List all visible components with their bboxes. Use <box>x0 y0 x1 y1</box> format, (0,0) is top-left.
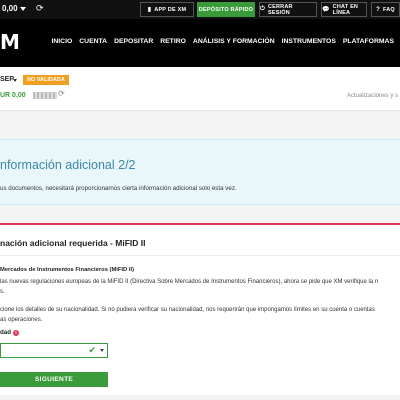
info-panel: nformación adicional 2/2 us documentos, … <box>0 139 400 205</box>
top-bar: 0,00 ⟳ ▮ APP DE XM DEPÓSITO RÁPIDO ⏻ CER… <box>0 0 400 19</box>
main-nav: INICIO CUENTA DEPOSITAR RETIRO ANÁLISIS … <box>51 38 394 45</box>
mifid-form: nación adicional requerida - MiFID II Me… <box>0 223 400 395</box>
nav-item-depositar[interactable]: DEPOSITAR <box>114 38 153 45</box>
divider <box>0 255 400 256</box>
masked-value <box>33 92 57 99</box>
form-subtitle: Mercados de Instrumentos Financieros (Mi… <box>0 267 134 273</box>
refresh-icon[interactable]: ⟳ <box>36 3 44 14</box>
nationality-text-line-1: cione los detalles de su nacionalidad. S… <box>0 307 375 313</box>
updates-link[interactable]: Actualizaciones y s <box>347 93 398 99</box>
nav-item-cuenta[interactable]: CUENTA <box>79 38 107 45</box>
chat-icon: 💬 <box>322 7 330 13</box>
refresh-icon[interactable]: ⟳ <box>58 89 65 98</box>
info-text: us documentos, necesitará proporcionarno… <box>0 185 237 192</box>
account-bar: SEP NO VALIDADA UR 0,00 ⟳ Actualizacione… <box>0 67 400 111</box>
chevron-down-icon <box>100 349 104 352</box>
nav-item-analisis[interactable]: ANÁLISIS Y FORMACIÓN <box>193 38 275 45</box>
regulation-text-line-1: las nuevas regulaciones europeas de la M… <box>0 279 379 285</box>
required-info-icon: ! <box>13 329 20 336</box>
nationality-select[interactable]: ✔ <box>0 343 108 358</box>
quick-deposit-button[interactable]: DEPÓSITO RÁPIDO <box>197 2 255 17</box>
page-title: nformación adicional 2/2 <box>0 158 136 172</box>
phone-icon: ▮ <box>147 7 152 13</box>
checkmark-icon: ✔ <box>88 345 96 355</box>
form-title: nación adicional requerida - MiFID II <box>0 238 146 248</box>
faq-button[interactable]: ? FAQ <box>371 2 400 17</box>
power-icon: ⏻ <box>260 6 265 12</box>
live-chat-button[interactable]: 💬 CHAT EN LÍNEA <box>321 2 367 17</box>
nav-item-retiro[interactable]: RETIRO <box>160 38 186 45</box>
help-icon: ? <box>376 6 380 13</box>
account-balance: UR 0,00 <box>0 92 26 99</box>
regulation-text-line-2: s. <box>0 289 5 295</box>
status-badge: NO VALIDADA <box>23 75 69 85</box>
balance-dropdown-icon[interactable] <box>20 7 26 11</box>
nationality-text-line-2: as operaciones. <box>0 317 43 323</box>
nationality-label: dad ! <box>0 329 20 336</box>
next-button[interactable]: SIGUIENTE <box>0 372 108 387</box>
chevron-down-icon[interactable] <box>13 79 17 82</box>
balance-display: 0,00 <box>2 4 18 13</box>
xm-logo[interactable]: M <box>0 32 20 52</box>
xm-app-button[interactable]: ▮ APP DE XM <box>140 2 194 17</box>
nav-item-instrumentos[interactable]: INSTRUMENTOS <box>282 38 336 45</box>
logout-button[interactable]: ⏻ CERRAR SESIÓN <box>259 2 317 17</box>
nav-item-plataformas[interactable]: PLATAFORMAS <box>343 38 394 45</box>
account-selector[interactable]: SEP <box>0 76 14 83</box>
nav-item-inicio[interactable]: INICIO <box>51 38 72 45</box>
main-navbar: M INICIO CUENTA DEPOSITAR RETIRO ANÁLISI… <box>0 19 400 67</box>
